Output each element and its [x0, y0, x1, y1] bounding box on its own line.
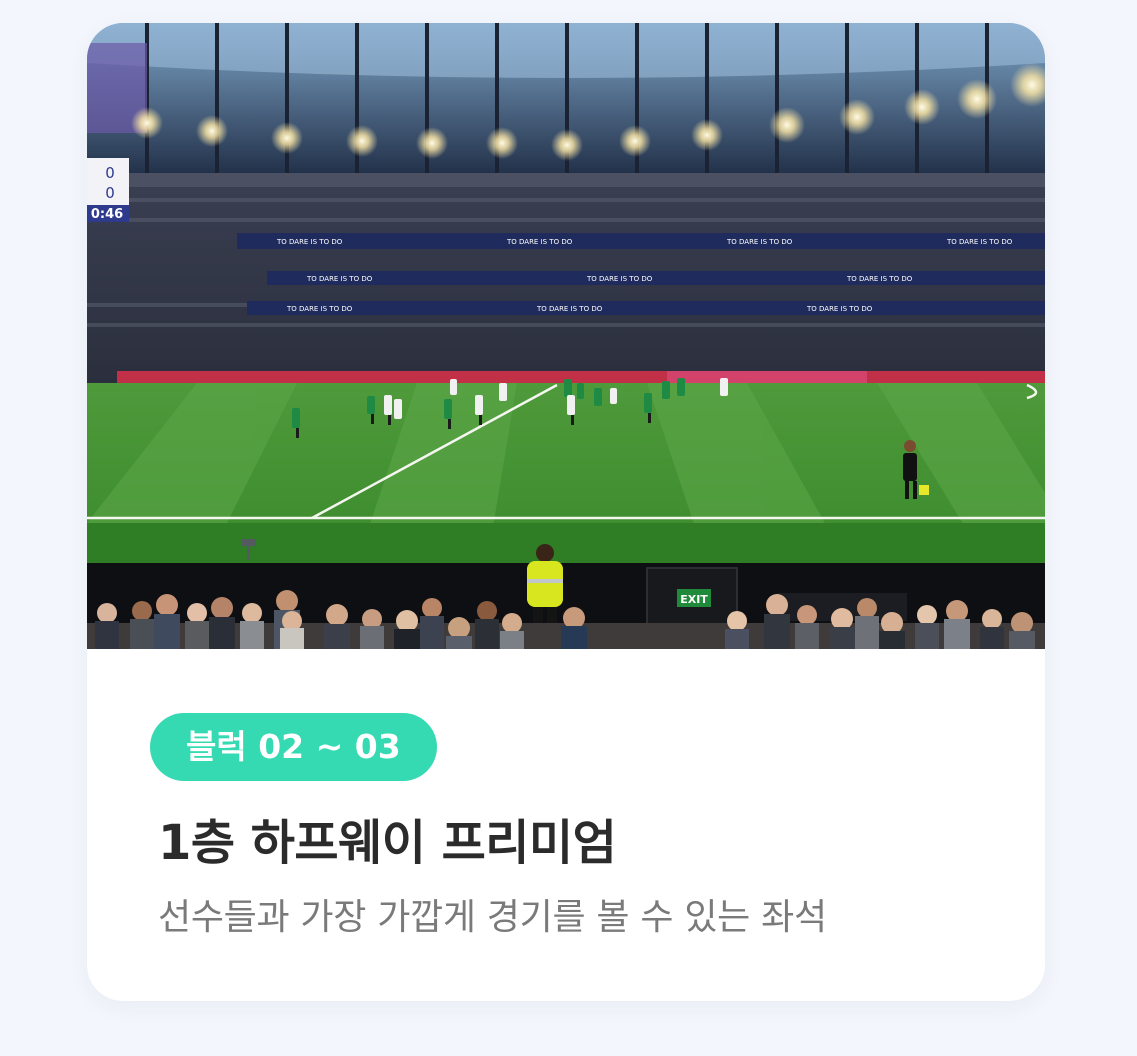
- match-clock: 0:46: [91, 207, 123, 222]
- seat-description: 선수들과 가장 가깝게 경기를 볼 수 있는 좌석: [158, 897, 827, 938]
- home-score: 0: [105, 164, 115, 182]
- scoreboard: 0 0 0:46: [87, 158, 129, 222]
- ad-board-text: TO DARE IS TO DO: [846, 275, 913, 283]
- seat-card[interactable]: TO DARE IS TO DO TO DARE IS TO DO TO DAR…: [87, 23, 1045, 1001]
- ad-board-text: TO DARE IS TO DO: [586, 275, 653, 283]
- ad-board-text: TO DARE IS TO DO: [726, 238, 793, 246]
- exit-sign-text: EXIT: [680, 593, 708, 606]
- ad-board-text: TO DARE IS TO DO: [506, 238, 573, 246]
- ad-board-text: TO DARE IS TO DO: [536, 305, 603, 313]
- ad-board-text: TO DARE IS TO DO: [276, 238, 343, 246]
- block-badge: 블럭 02 ~ 03: [150, 713, 437, 781]
- seat-title: 1층 하프웨이 프리미엄: [158, 815, 617, 871]
- away-score: 0: [105, 184, 115, 202]
- stadium-illustration: TO DARE IS TO DO TO DARE IS TO DO TO DAR…: [87, 23, 1045, 649]
- ad-board-text: TO DARE IS TO DO: [946, 238, 1013, 246]
- ad-board-text: TO DARE IS TO DO: [806, 305, 873, 313]
- ad-board-text: TO DARE IS TO DO: [306, 275, 373, 283]
- exit-sign: EXIT: [677, 589, 711, 607]
- stadium-photo: TO DARE IS TO DO TO DARE IS TO DO TO DAR…: [87, 23, 1045, 649]
- ad-board-text: TO DARE IS TO DO: [286, 305, 353, 313]
